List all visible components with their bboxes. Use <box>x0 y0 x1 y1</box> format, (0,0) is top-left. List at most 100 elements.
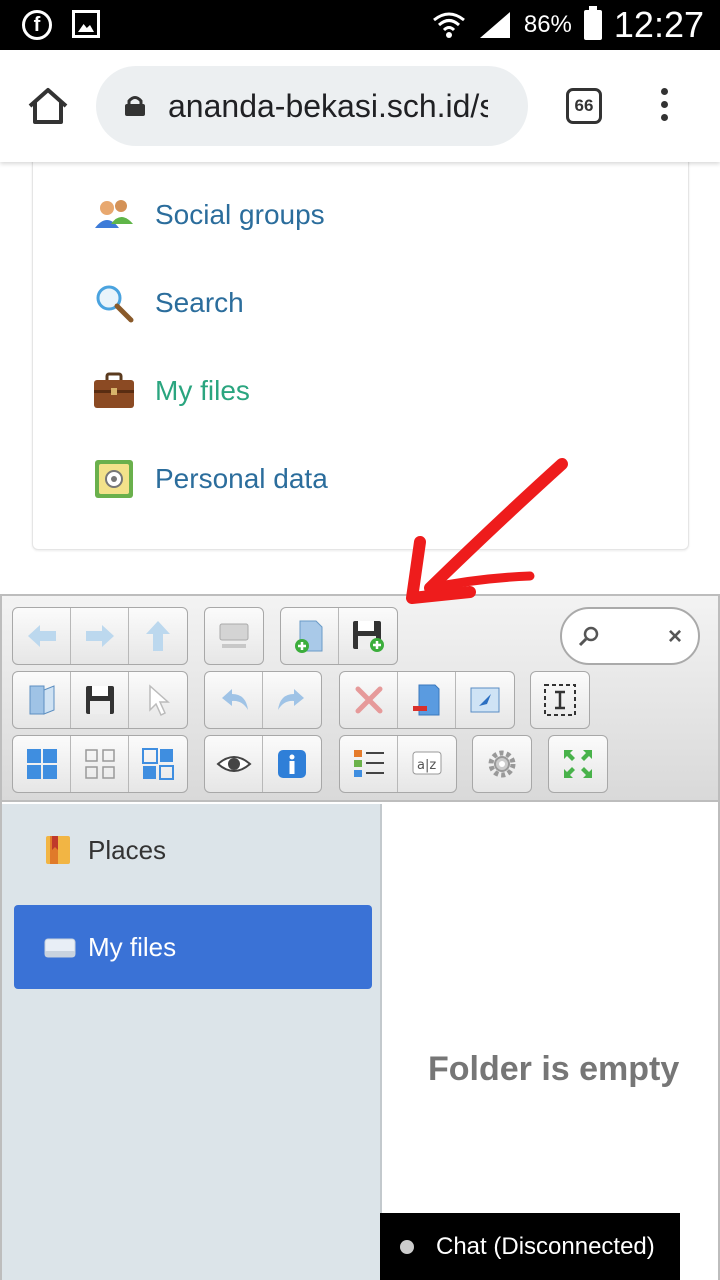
file-list-pane[interactable]: Folder is empty <box>384 804 718 1280</box>
drive-icon <box>44 938 76 958</box>
wifi-icon <box>432 12 465 38</box>
upload-button[interactable] <box>339 608 397 664</box>
eye-icon <box>215 756 252 772</box>
text-cursor-icon <box>544 684 576 716</box>
nav-item-my-files[interactable]: My files <box>93 366 250 416</box>
cursor-icon <box>149 684 170 717</box>
drive-reload-icon <box>219 623 249 648</box>
floppy-add-icon <box>353 621 384 652</box>
open-button[interactable] <box>13 672 71 728</box>
social-groups-icon <box>95 200 133 228</box>
url-text: ananda-bekasi.sch.id/s <box>168 88 488 124</box>
nav-label: My files <box>155 375 250 406</box>
details-view-button[interactable] <box>340 736 398 792</box>
preview-button[interactable] <box>456 672 514 728</box>
reload-button[interactable] <box>205 608 263 664</box>
tab-switcher-button[interactable]: 66 <box>566 88 602 124</box>
dot-icon <box>660 101 668 108</box>
settings-group <box>472 735 532 793</box>
empty-folder-message: Folder is empty <box>428 1050 680 1088</box>
chat-bar[interactable]: Chat (Disconnected) <box>380 1213 680 1280</box>
briefcase-icon <box>94 372 134 408</box>
browser-toolbar: ananda-bekasi.sch.id/s 66 <box>0 50 720 162</box>
chat-status-icon <box>400 1239 414 1254</box>
quick-look-button[interactable] <box>205 736 263 792</box>
new-file-icon <box>294 620 322 653</box>
fullscreen-button[interactable] <box>549 736 607 792</box>
file-manager-sidebar: Places My files <box>2 804 382 1280</box>
home-icon[interactable] <box>26 86 70 126</box>
download-button[interactable] <box>71 672 129 728</box>
dot-icon <box>660 114 668 121</box>
expand-icon <box>564 750 592 778</box>
status-bar: f 86% 12:27 <box>0 0 720 50</box>
places-item[interactable]: Places <box>44 834 166 866</box>
nav-item-personal-data[interactable]: Personal data <box>93 454 328 504</box>
select-button[interactable] <box>129 672 187 728</box>
rename-button[interactable] <box>531 672 589 728</box>
arrow-up-icon <box>146 621 170 651</box>
preferences-button[interactable] <box>473 736 531 792</box>
file-manager: × a|z Places My files Folder is empty <box>0 594 720 1280</box>
places-book-icon <box>46 836 70 864</box>
nav-label: Personal data <box>155 463 328 494</box>
list-view-button[interactable] <box>129 736 187 792</box>
remove-button[interactable] <box>398 672 456 728</box>
sort-az-icon: a|z <box>412 751 442 775</box>
forward-button[interactable] <box>71 608 129 664</box>
annotation-arrow-icon <box>406 458 568 604</box>
overflow-menu-button[interactable] <box>656 88 672 128</box>
up-button[interactable] <box>129 608 187 664</box>
delete-button[interactable] <box>340 672 398 728</box>
dot-icon <box>660 88 668 95</box>
signal-icon <box>479 12 510 38</box>
info-group <box>204 735 322 793</box>
battery-percent: 86% <box>523 11 572 38</box>
arrow-left-icon <box>27 625 56 647</box>
icons-view-button[interactable] <box>13 736 71 792</box>
undo-icon <box>221 689 248 710</box>
magnifier-icon <box>96 285 134 323</box>
my-files-label: My files <box>88 931 177 962</box>
nav-item-search[interactable]: Search <box>93 278 244 328</box>
clock: 12:27 <box>613 4 704 45</box>
grid-small-icon <box>84 749 115 779</box>
sidebar-item-my-files[interactable]: My files <box>14 905 372 989</box>
edit-group <box>339 671 515 729</box>
search-icon <box>578 626 599 647</box>
navigation-group <box>12 607 188 665</box>
file-search-input[interactable]: × <box>560 607 700 665</box>
file-ops-group <box>12 671 188 729</box>
image-notification-icon <box>72 10 100 38</box>
list-colored-icon <box>353 750 384 777</box>
arrow-right-icon <box>85 625 114 647</box>
create-group <box>280 607 398 665</box>
redo-icon <box>278 689 304 710</box>
floppy-icon <box>85 686 114 714</box>
screen: f 86% 12:27 ananda-bekasi.sch.id/s 66 So… <box>0 0 720 1280</box>
sort-group: a|z <box>339 735 457 793</box>
open-book-icon <box>29 685 54 715</box>
remove-file-icon <box>412 684 439 716</box>
svg-text:a|z: a|z <box>417 758 436 773</box>
sort-button[interactable]: a|z <box>398 736 456 792</box>
nav-item-social-groups[interactable]: Social groups <box>93 190 325 240</box>
fullscreen-group <box>548 735 608 793</box>
grid-large-icon <box>26 749 57 779</box>
redo-button[interactable] <box>263 672 321 728</box>
facebook-notification-icon: f <box>22 10 52 40</box>
view-group <box>12 735 188 793</box>
nav-label: Social groups <box>155 199 325 230</box>
small-icons-view-button[interactable] <box>71 736 129 792</box>
clear-search-icon[interactable]: × <box>668 623 682 651</box>
undo-button[interactable] <box>205 672 263 728</box>
new-folder-button[interactable] <box>281 608 339 664</box>
battery-icon <box>583 6 602 40</box>
lock-icon <box>125 96 145 116</box>
back-button[interactable] <box>13 608 71 664</box>
gear-icon <box>488 750 516 778</box>
navigation-block: Social groups Search My files Personal d… <box>32 150 689 550</box>
url-bar[interactable]: ananda-bekasi.sch.id/s <box>96 66 528 146</box>
info-icon <box>278 750 306 778</box>
info-button[interactable] <box>263 736 321 792</box>
